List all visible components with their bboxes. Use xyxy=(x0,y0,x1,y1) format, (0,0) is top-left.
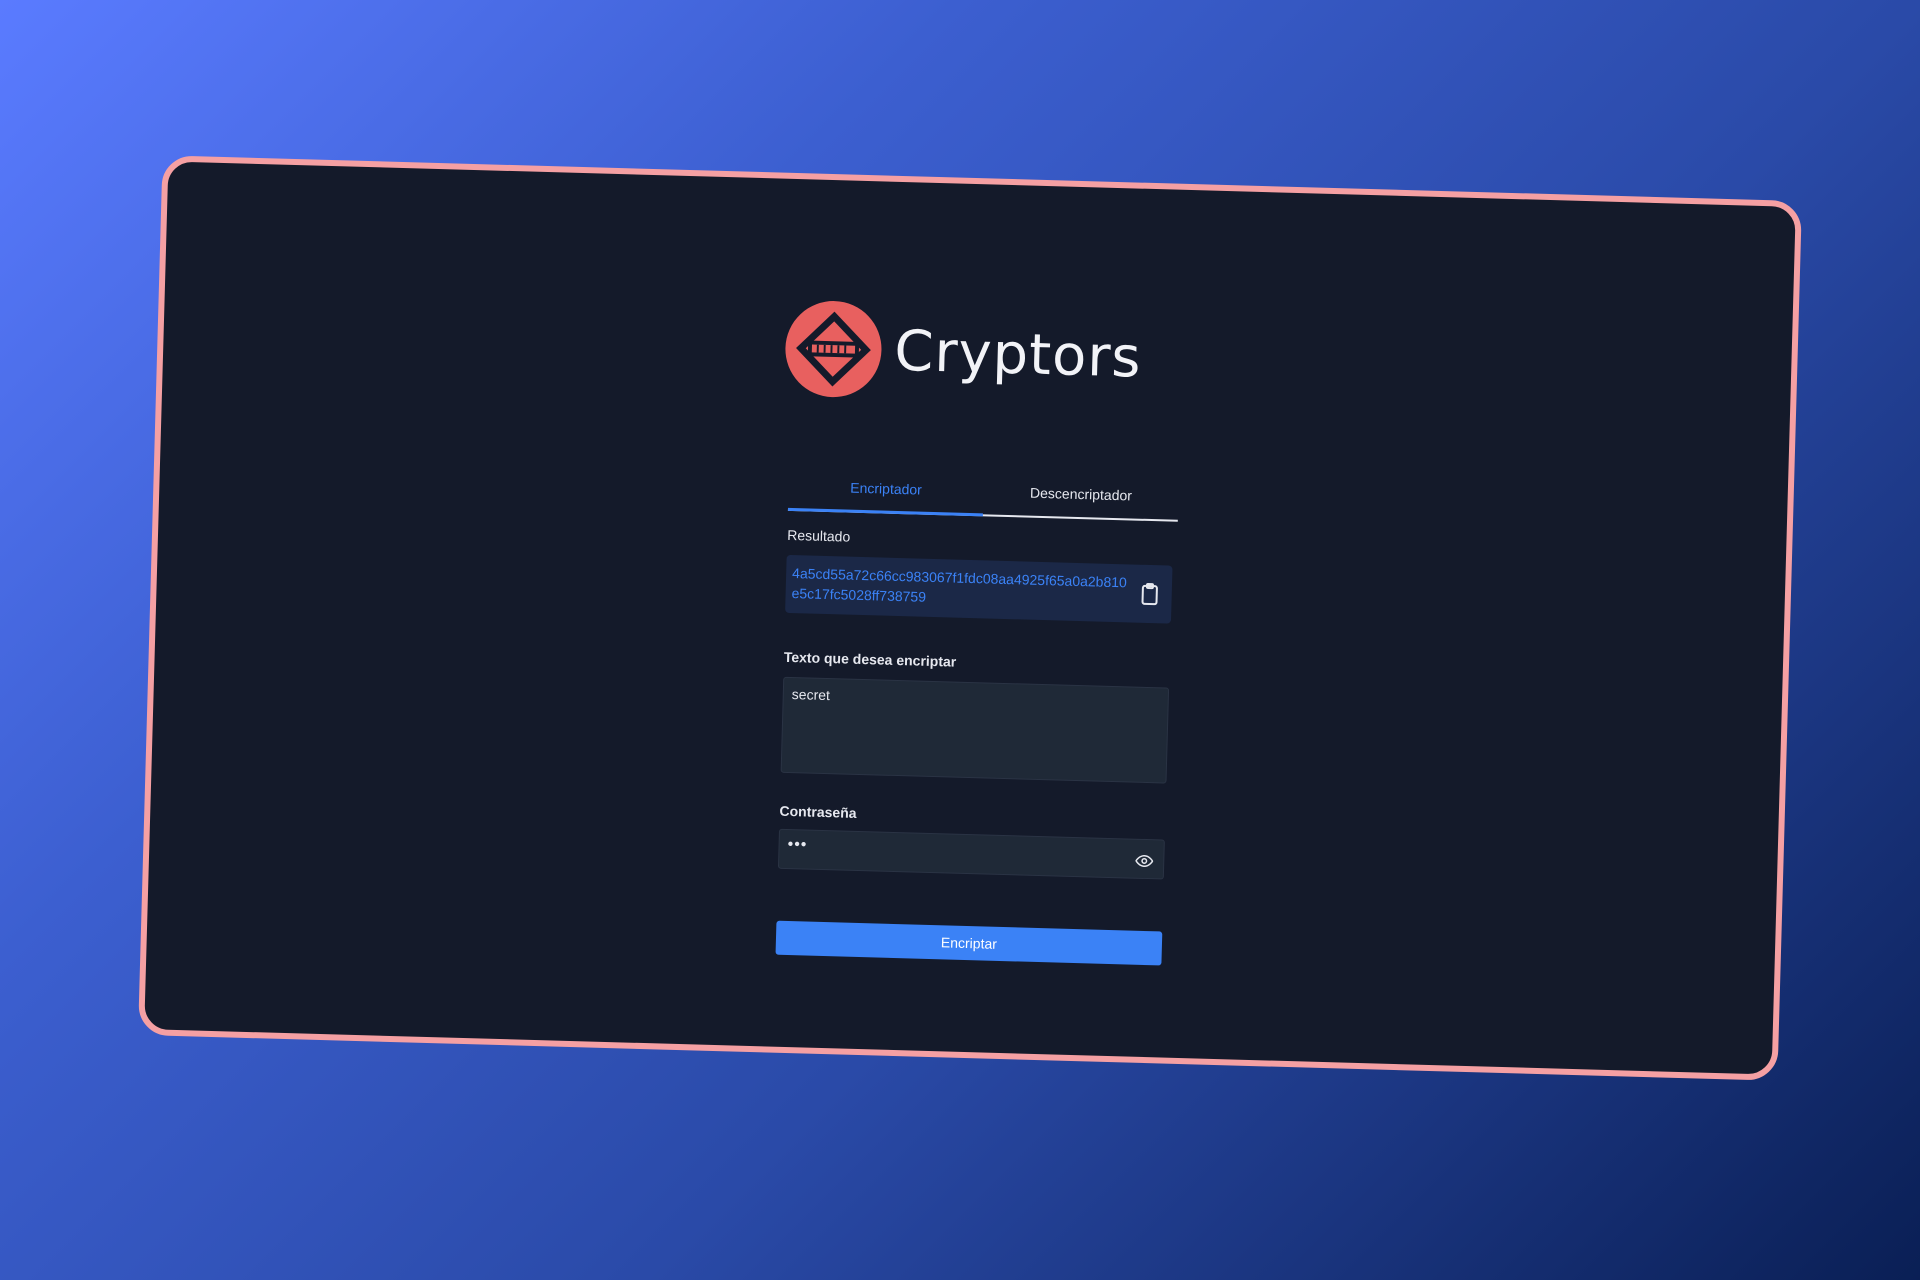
app-window: Cryptors Encriptador Descencriptador Res… xyxy=(138,155,1802,1081)
background: Cryptors Encriptador Descencriptador Res… xyxy=(0,0,1920,1280)
tab-descencriptador[interactable]: Descencriptador xyxy=(983,474,1179,519)
password-field[interactable]: ••• xyxy=(777,828,1165,880)
app-header: Cryptors xyxy=(783,299,1143,407)
result-box: 4a5cd55a72c66cc983067f1fdc08aa4925f65a0a… xyxy=(785,554,1173,624)
app-title: Cryptors xyxy=(893,318,1143,391)
form-container: Cryptors Encriptador Descencriptador Res… xyxy=(775,179,1187,966)
cryptors-logo-icon xyxy=(785,301,882,398)
eye-icon[interactable] xyxy=(1135,852,1154,870)
result-label: Resultado xyxy=(787,526,851,545)
text-input-label: Texto que desea encriptar xyxy=(783,648,957,670)
encrypt-button[interactable]: Encriptar xyxy=(775,920,1163,966)
mode-tabs: Encriptador Descencriptador xyxy=(787,468,1179,522)
password-value: ••• xyxy=(787,835,808,854)
tab-encriptador[interactable]: Encriptador xyxy=(787,468,985,517)
clipboard-icon[interactable] xyxy=(1137,582,1162,607)
password-label: Contraseña xyxy=(779,802,857,821)
result-value: 4a5cd55a72c66cc983067f1fdc08aa4925f65a0a… xyxy=(791,565,1128,605)
text-to-encrypt-field[interactable]: secret xyxy=(780,676,1170,784)
